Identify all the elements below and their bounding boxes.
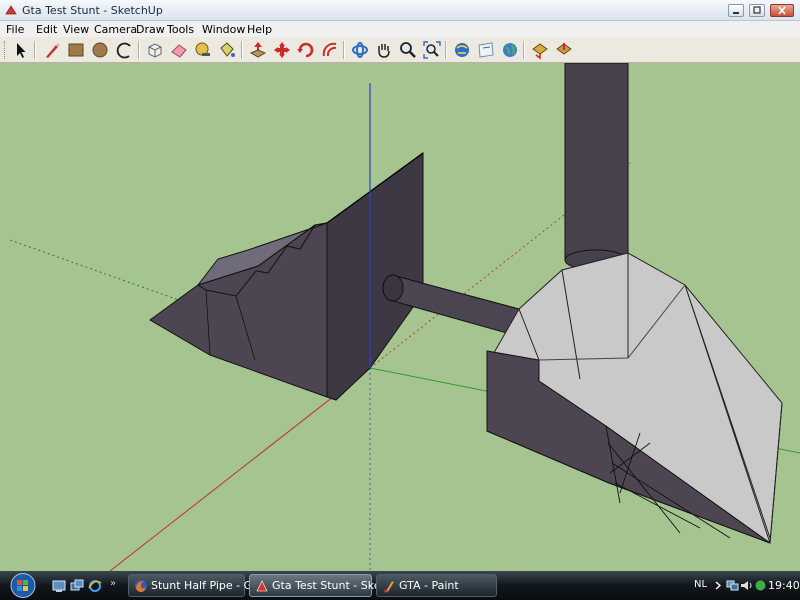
toggle-terrain-icon[interactable] — [554, 40, 574, 60]
taskbar: » Stunt Half Pipe - GT... Gta Test Stunt… — [0, 571, 800, 600]
tray-chevron-icon[interactable] — [712, 579, 725, 592]
make-component-icon[interactable] — [145, 40, 165, 60]
push-pull-icon[interactable] — [248, 40, 268, 60]
menu-edit[interactable]: Edit — [36, 23, 57, 36]
switch-windows-icon[interactable] — [70, 579, 84, 593]
pan-hand-icon[interactable] — [374, 40, 394, 60]
minimize-icon — [733, 12, 739, 14]
eraser-icon[interactable] — [169, 40, 189, 60]
close-button[interactable] — [770, 4, 794, 17]
zoom-extents-icon[interactable] — [422, 40, 442, 60]
toolbar-separator — [445, 41, 447, 59]
maximize-button[interactable] — [749, 4, 765, 17]
tape-measure-icon[interactable] — [193, 40, 213, 60]
menu-tools[interactable]: Tools — [167, 23, 194, 36]
title-bar: Gta Test Stunt - SketchUp — [0, 0, 800, 21]
select-tool-icon[interactable] — [11, 40, 31, 60]
toolbar-separator — [241, 41, 243, 59]
menu-view[interactable]: View — [63, 23, 89, 36]
move-icon[interactable] — [272, 40, 292, 60]
internet-explorer-icon[interactable] — [88, 579, 102, 593]
toolbar-separator — [523, 41, 525, 59]
minimize-button[interactable] — [728, 4, 744, 17]
taskbar-item-firefox[interactable]: Stunt Half Pipe - GT... — [128, 574, 268, 597]
get-models-icon[interactable] — [452, 40, 472, 60]
zoom-icon[interactable] — [398, 40, 418, 60]
firefox-icon — [135, 580, 147, 592]
paint-icon — [384, 580, 395, 593]
share-model-icon[interactable] — [476, 40, 496, 60]
toolbar-separator — [34, 41, 36, 59]
menu-camera[interactable]: Camera — [94, 23, 137, 36]
menu-help[interactable]: Help — [247, 23, 272, 36]
sketchup-app-icon — [5, 5, 17, 15]
task-label: GTA - Paint — [399, 579, 459, 592]
menu-window[interactable]: Window — [202, 23, 245, 36]
vertical-wall[interactable] — [326, 152, 424, 401]
stepped-ramp[interactable] — [149, 222, 328, 398]
close-icon — [778, 6, 786, 15]
sketchup-icon — [256, 580, 268, 592]
modeling-viewport[interactable] — [0, 63, 800, 571]
clock[interactable]: 19:40 — [768, 579, 800, 592]
paint-bucket-icon[interactable] — [217, 40, 237, 60]
toolbar-grip[interactable] — [4, 41, 8, 59]
circle-icon[interactable] — [90, 40, 110, 60]
orbit-icon[interactable] — [350, 40, 370, 60]
taskbar-item-sketchup[interactable]: Gta Test Stunt - Sket... — [249, 574, 395, 597]
toolbar-separator — [343, 41, 345, 59]
get-current-view-icon[interactable] — [530, 40, 550, 60]
vertical-cylinder[interactable] — [564, 63, 629, 271]
rectangle-icon[interactable] — [66, 40, 86, 60]
tray-app-icon[interactable] — [754, 579, 767, 592]
window-title: Gta Test Stunt - SketchUp — [22, 4, 163, 17]
volume-icon[interactable] — [740, 579, 753, 592]
toolbar — [0, 37, 800, 63]
start-button[interactable] — [6, 572, 40, 599]
language-indicator[interactable]: NL — [694, 579, 707, 590]
maximize-icon — [753, 6, 761, 14]
show-desktop-icon[interactable] — [52, 579, 66, 593]
quick-launch-overflow-icon[interactable]: » — [110, 578, 116, 589]
toolbar-separator — [138, 41, 140, 59]
quarter-pipe-block[interactable] — [486, 252, 783, 544]
network-icon[interactable] — [726, 579, 739, 592]
taskbar-item-paint[interactable]: GTA - Paint — [376, 574, 497, 597]
menu-draw[interactable]: Draw — [136, 23, 165, 36]
pencil-icon[interactable] — [42, 40, 62, 60]
3d-scene[interactable] — [0, 63, 800, 571]
rotate-icon[interactable] — [296, 40, 316, 60]
offset-icon[interactable] — [320, 40, 340, 60]
menu-file[interactable]: File — [6, 23, 24, 36]
google-earth-icon[interactable] — [500, 40, 520, 60]
arc-icon[interactable] — [114, 40, 134, 60]
menu-bar: File Edit View Camera Draw Tools Window … — [0, 21, 800, 37]
